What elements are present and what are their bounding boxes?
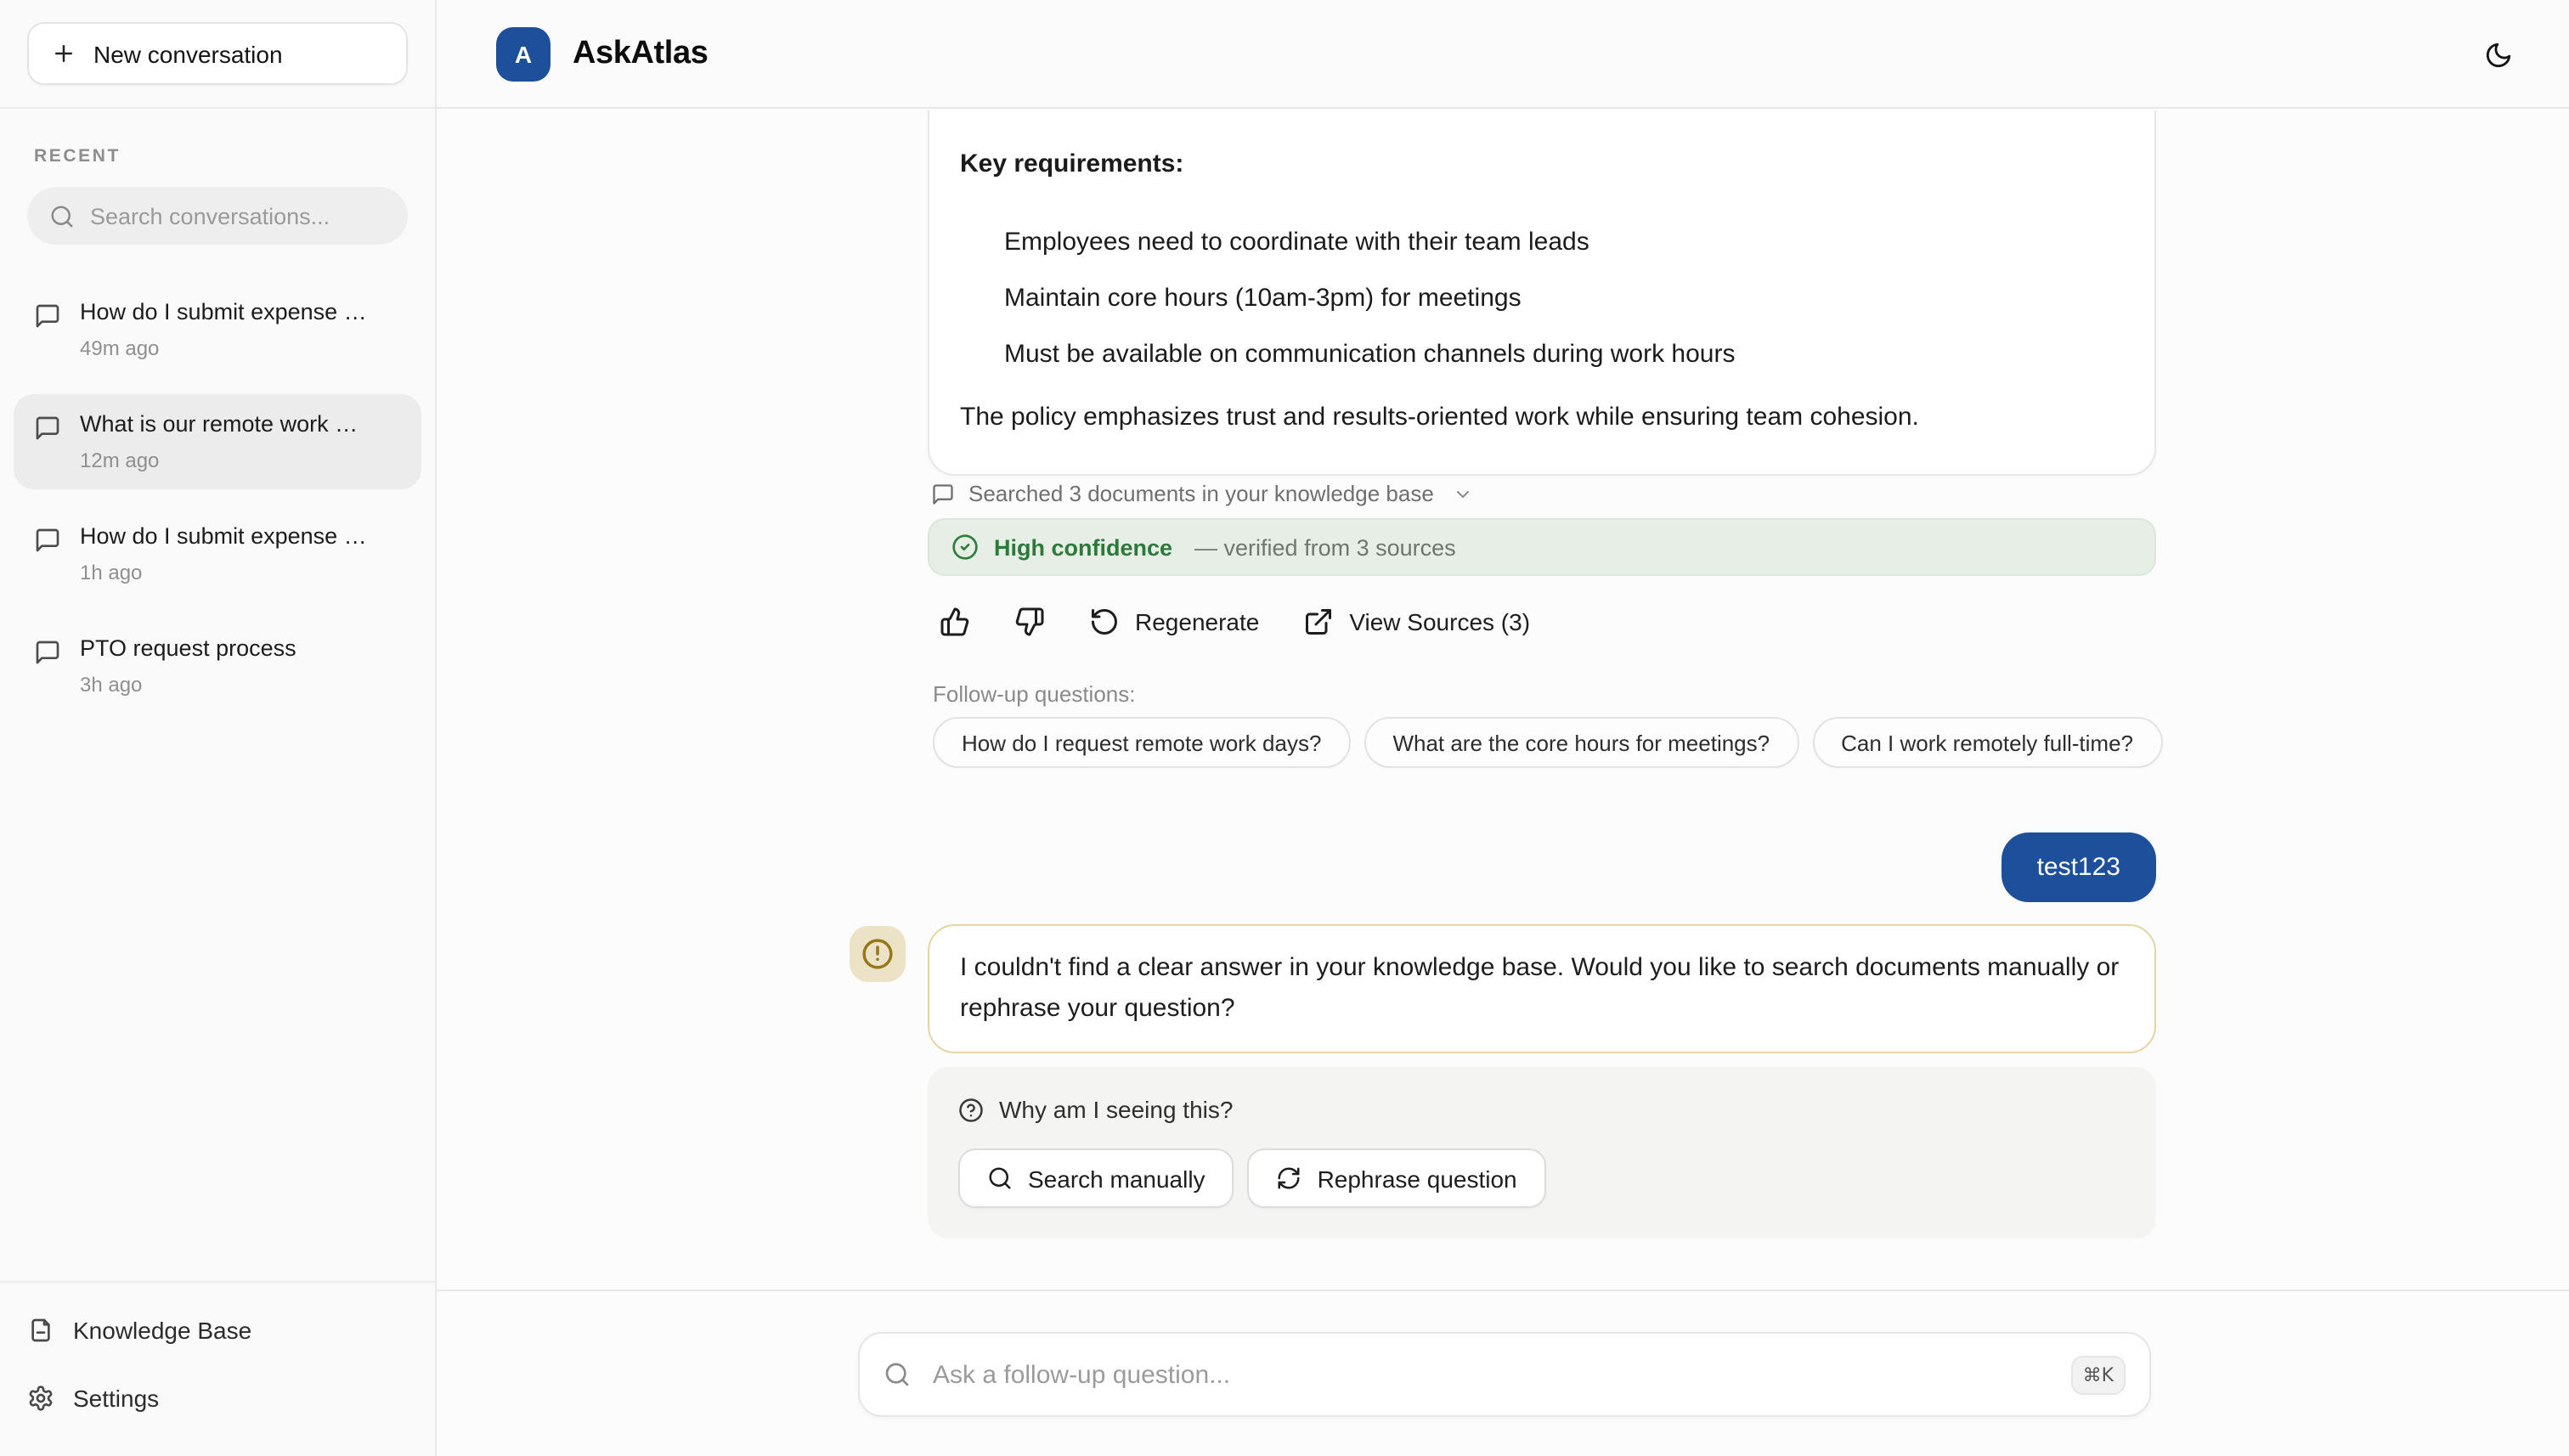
message-actions: Regenerate View Sources (3) <box>940 607 1530 637</box>
message-icon <box>34 415 61 442</box>
followup-chip[interactable]: What are the core hours for meetings? <box>1364 717 1798 768</box>
conversation-title: How do I submit expense … <box>80 523 367 549</box>
conversation-item[interactable]: How do I submit expense … 1h ago <box>14 506 421 601</box>
conversation-title: What is our remote work … <box>80 411 358 437</box>
message-icon <box>34 527 61 554</box>
message-icon <box>34 302 61 330</box>
message-list-item: Employees need to coordinate with their … <box>1004 214 2124 270</box>
composer: ⌘K <box>858 1332 2151 1417</box>
rephrase-question-label: Rephrase question <box>1318 1165 1517 1192</box>
knowledge-base-label: Knowledge Base <box>73 1317 251 1344</box>
new-conversation-button[interactable]: New conversation <box>27 22 408 85</box>
search-icon <box>987 1165 1013 1191</box>
new-conversation-label: New conversation <box>93 40 283 67</box>
thumbs-down-button[interactable] <box>1014 607 1045 637</box>
searched-documents-text: Searched 3 documents in your knowledge b… <box>968 481 1434 506</box>
composer-divider <box>437 1290 2569 1291</box>
help-prompt-label: Why am I seeing this? <box>999 1096 1233 1123</box>
followup-chips: How do I request remote work days? What … <box>933 717 2162 768</box>
help-circle-icon <box>958 1097 984 1122</box>
regenerate-label: Regenerate <box>1135 608 1259 635</box>
file-icon <box>27 1317 54 1344</box>
followup-chip[interactable]: Can I work remotely full-time? <box>1812 717 2162 768</box>
app-avatar: A <box>496 26 550 81</box>
rephrase-question-button[interactable]: Rephrase question <box>1248 1148 1546 1208</box>
thumbs-up-button[interactable] <box>940 607 970 637</box>
rotate-ccw-icon <box>1089 607 1120 637</box>
check-circle-icon <box>951 533 979 561</box>
help-buttons: Search manually Rephrase question <box>958 1148 2126 1208</box>
view-sources-button[interactable]: View Sources (3) <box>1303 607 1530 637</box>
conversation-time: 49m ago <box>80 336 367 360</box>
thumbs-down-icon <box>1014 607 1045 637</box>
external-link-icon <box>1303 607 1334 637</box>
sidebar-header: New conversation <box>0 0 435 109</box>
conversation-item-selected[interactable]: What is our remote work … 12m ago <box>14 394 421 489</box>
moon-icon <box>2483 40 2512 69</box>
sidebar-footer: Knowledge Base Settings <box>0 1281 435 1456</box>
searched-documents-disclosure[interactable]: Searched 3 documents in your knowledge b… <box>931 481 1473 506</box>
why-am-i-seeing-this[interactable]: Why am I seeing this? <box>958 1096 2126 1123</box>
alert-circle-icon <box>861 938 894 970</box>
keyboard-shortcut-badge: ⌘K <box>2071 1355 2126 1394</box>
askatlas-app: New conversation RECENT Search conversat… <box>0 0 2569 1456</box>
conversation-time: 12m ago <box>80 449 358 472</box>
sidebar-item-settings[interactable]: Settings <box>27 1364 408 1432</box>
chevron-down-icon <box>1453 483 1473 504</box>
conversation-time: 3h ago <box>80 673 296 697</box>
search-manually-label: Search manually <box>1028 1165 1205 1192</box>
fallback-help-panel: Why am I seeing this? Search manually Re… <box>928 1067 2156 1239</box>
conversation-title: How do I submit expense … <box>80 299 367 324</box>
conversation-time: 1h ago <box>80 561 367 584</box>
view-sources-label: View Sources (3) <box>1349 608 1530 635</box>
assistant-message: Key requirements: Employees need to coor… <box>928 110 2156 476</box>
message-list-item: Must be available on communication chann… <box>1004 326 2124 382</box>
followups-label: Follow-up questions: <box>933 681 1135 707</box>
followup-chip[interactable]: How do I request remote work days? <box>933 717 1350 768</box>
conversation-item[interactable]: How do I submit expense … 49m ago <box>14 282 421 377</box>
conversation-title: PTO request process <box>80 635 296 661</box>
regenerate-button[interactable]: Regenerate <box>1089 607 1259 637</box>
app-header: A AskAtlas <box>437 0 2569 109</box>
message-list-item: Maintain core hours (10am-3pm) for meeti… <box>1004 270 2124 326</box>
sidebar: New conversation RECENT Search conversat… <box>0 0 437 1456</box>
conversation-list: How do I submit expense … 49m ago What i… <box>14 282 421 714</box>
fallback-message: I couldn't find a clear answer in your k… <box>928 924 2156 1053</box>
gear-icon <box>27 1385 54 1412</box>
plus-icon <box>51 41 76 66</box>
message-heading: Key requirements: <box>960 150 2124 178</box>
chat-scroll-area[interactable]: Key requirements: Employees need to coor… <box>437 110 2569 1290</box>
confidence-detail: — verified from 3 sources <box>1194 534 1456 560</box>
thumbs-up-icon <box>940 607 970 637</box>
message-icon <box>34 639 61 666</box>
dark-mode-toggle[interactable] <box>2470 27 2525 82</box>
sidebar-item-knowledge-base[interactable]: Knowledge Base <box>27 1296 408 1364</box>
conversation-search-placeholder: Search conversations... <box>90 203 330 229</box>
search-manually-button[interactable]: Search manually <box>958 1148 1234 1208</box>
search-icon <box>884 1361 911 1388</box>
main-area: A AskAtlas Key requirements: Employees n… <box>437 0 2569 1456</box>
search-icon <box>49 203 75 229</box>
message-icon <box>931 482 955 505</box>
confidence-banner: High confidence — verified from 3 source… <box>928 518 2156 576</box>
message-closing: The policy emphasizes trust and results-… <box>960 399 2124 437</box>
confidence-label: High confidence <box>994 534 1172 560</box>
conversation-search[interactable]: Search conversations... <box>27 187 408 245</box>
conversation-item[interactable]: PTO request process 3h ago <box>14 618 421 714</box>
refresh-icon <box>1277 1165 1302 1191</box>
warning-avatar <box>850 926 906 982</box>
settings-label: Settings <box>73 1385 159 1412</box>
user-message: test123 <box>2002 832 2156 902</box>
followup-question-input[interactable] <box>929 1358 2052 1391</box>
app-title: AskAtlas <box>573 35 708 72</box>
recent-section-label: RECENT <box>34 146 401 166</box>
